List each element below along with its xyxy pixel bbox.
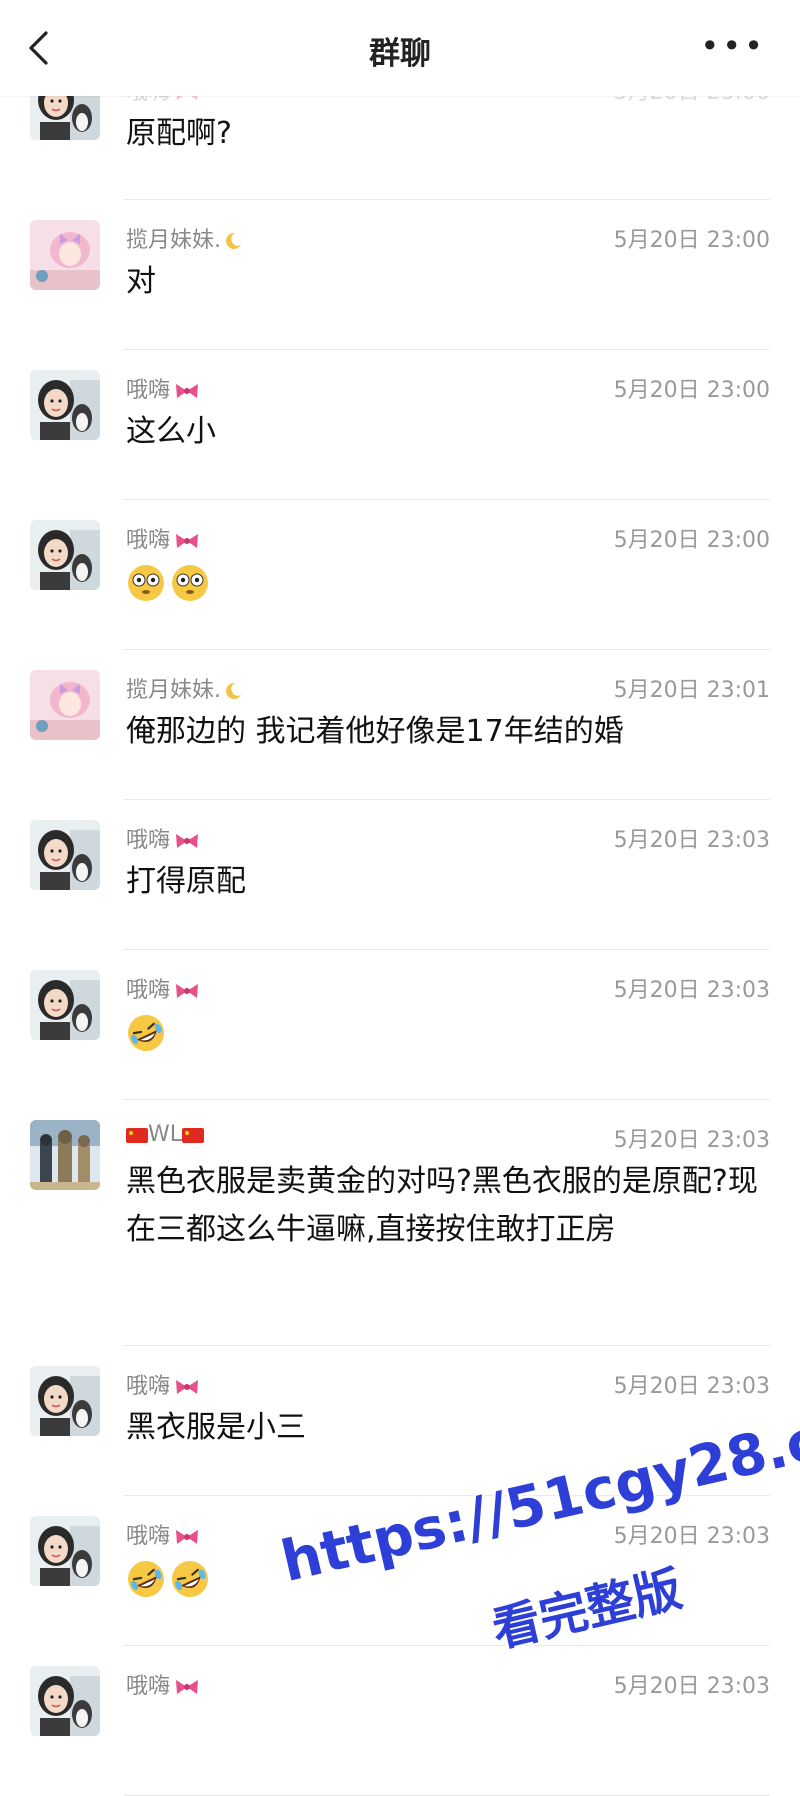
message-item[interactable]: 哦嗨 5月20日 23:03 — [0, 1646, 800, 1796]
pink-bow-icon — [176, 534, 199, 548]
message-timestamp: 5月20日 23:03 — [613, 1674, 770, 1699]
message-item[interactable]: 揽月妹妹. 5月20日 23:01 俺那边的 我记着他好像是17年结的婚 — [0, 650, 800, 800]
sender-name[interactable]: 揽月妹妹. — [126, 672, 243, 704]
crescent-moon-icon — [226, 682, 241, 699]
china-flag-icon — [182, 1127, 205, 1143]
sender-name-text: 哦嗨 — [126, 1674, 171, 1699]
sender-name-text: 哦嗨 — [126, 1374, 171, 1399]
avatar[interactable] — [30, 820, 100, 890]
top-bar: 群聊 ••• — [0, 0, 800, 96]
sender-name[interactable]: WL — [126, 1122, 205, 1147]
message-text: 对 — [126, 264, 156, 299]
avatar[interactable] — [30, 220, 100, 290]
message-text: 这么小 — [126, 414, 216, 449]
avatar[interactable] — [30, 1366, 100, 1436]
rolling-laughing-emoji — [128, 1014, 164, 1051]
sender-name[interactable]: 哦嗨 — [126, 372, 200, 404]
pink-bow-icon — [176, 384, 199, 398]
sender-name-text: 哦嗨 — [126, 378, 171, 403]
flushed-face-emoji — [172, 564, 208, 601]
sender-name[interactable]: 哦嗨 — [126, 1518, 200, 1550]
avatar[interactable] — [30, 1666, 100, 1736]
sender-name[interactable]: 哦嗨 — [126, 1368, 200, 1400]
message-timestamp: 5月20日 23:03 — [613, 978, 770, 1003]
message-timestamp: 5月20日 23:03 — [613, 1524, 770, 1549]
sender-name[interactable]: 哦嗨 — [126, 1668, 200, 1700]
message-item[interactable]: 哦嗨 5月20日 23:03 — [0, 950, 800, 1100]
sender-name[interactable]: 哦嗨 — [126, 822, 200, 854]
pink-bow-icon — [176, 1380, 199, 1394]
pink-bow-icon — [176, 1680, 199, 1694]
sender-name-text: 哦嗨 — [126, 1524, 171, 1549]
message-timestamp: 5月20日 23:01 — [613, 678, 770, 703]
message-list: 哦嗨5月20日 23:00原配啊?揽月妹妹.5月20日 23:00对哦嗨5月20… — [0, 70, 800, 1796]
sender-name[interactable]: 哦嗨 — [126, 522, 200, 554]
pink-bow-icon — [176, 1530, 199, 1544]
more-options-icon[interactable]: ••• — [700, 28, 766, 64]
sender-name[interactable]: 哦嗨 — [126, 972, 200, 1004]
sender-name[interactable]: 揽月妹妹. — [126, 222, 243, 254]
message-text: 原配啊? — [126, 116, 232, 151]
avatar[interactable] — [30, 370, 100, 440]
avatar[interactable] — [30, 1120, 100, 1190]
sender-name-text: 哦嗨 — [126, 528, 171, 553]
pink-bow-icon — [176, 984, 199, 998]
sender-name-text: 哦嗨 — [126, 978, 171, 1003]
message-emojis — [126, 558, 772, 606]
china-flag-icon — [126, 1127, 148, 1143]
message-timestamp: 5月20日 23:03 — [613, 1128, 770, 1153]
page-title: 群聊 — [369, 36, 431, 72]
message-item[interactable]: 哦嗨5月20日 23:00原配啊? — [0, 70, 800, 200]
message-item[interactable]: WL 5月20日 23:03 黑色衣服是卖黄金的对吗?黑色衣服的是原配?现在三都这么… — [0, 1100, 800, 1346]
message-text: 打得原配 — [126, 864, 246, 899]
message-emojis — [126, 1554, 772, 1602]
message-timestamp: 5月20日 23:03 — [613, 1374, 770, 1399]
pink-bow-icon — [176, 834, 199, 848]
message-timestamp: 5月20日 23:03 — [613, 828, 770, 853]
message-text: 黑色衣服是卖黄金的对吗?黑色衣服的是原配?现在三都这么牛逼嘛,直接按住敢打正房 — [126, 1164, 758, 1247]
message-text: 黑衣服是小三 — [126, 1410, 306, 1445]
message-item[interactable]: 哦嗨 5月20日 23:03 — [0, 1496, 800, 1646]
avatar[interactable] — [30, 970, 100, 1040]
rolling-laughing-emoji — [172, 1560, 208, 1597]
message-text: 俺那边的 我记着他好像是17年结的婚 — [126, 714, 624, 749]
crescent-moon-icon — [226, 232, 241, 249]
sender-name-text: 哦嗨 — [126, 828, 171, 853]
message-timestamp: 5月20日 23:00 — [613, 228, 770, 253]
message-item[interactable]: 哦嗨 5月20日 23:00 — [0, 500, 800, 650]
sender-name-text: 揽月妹妹. — [126, 678, 221, 703]
flushed-face-emoji — [128, 564, 164, 601]
avatar[interactable] — [30, 520, 100, 590]
avatar[interactable] — [30, 1516, 100, 1586]
sender-name-text: 揽月妹妹. — [126, 228, 221, 253]
message-item[interactable]: 揽月妹妹. 5月20日 23:00 对 — [0, 200, 800, 350]
message-item[interactable]: 哦嗨 5月20日 23:00 这么小 — [0, 350, 800, 500]
message-emojis — [126, 1008, 772, 1056]
message-timestamp: 5月20日 23:00 — [613, 528, 770, 553]
message-item[interactable]: 哦嗨 5月20日 23:03 黑衣服是小三 — [0, 1346, 800, 1496]
sender-name-text: WL — [148, 1122, 183, 1147]
rolling-laughing-emoji — [128, 1560, 164, 1597]
message-item[interactable]: 哦嗨 5月20日 23:03 打得原配 — [0, 800, 800, 950]
avatar[interactable] — [30, 670, 100, 740]
message-timestamp: 5月20日 23:00 — [613, 378, 770, 403]
